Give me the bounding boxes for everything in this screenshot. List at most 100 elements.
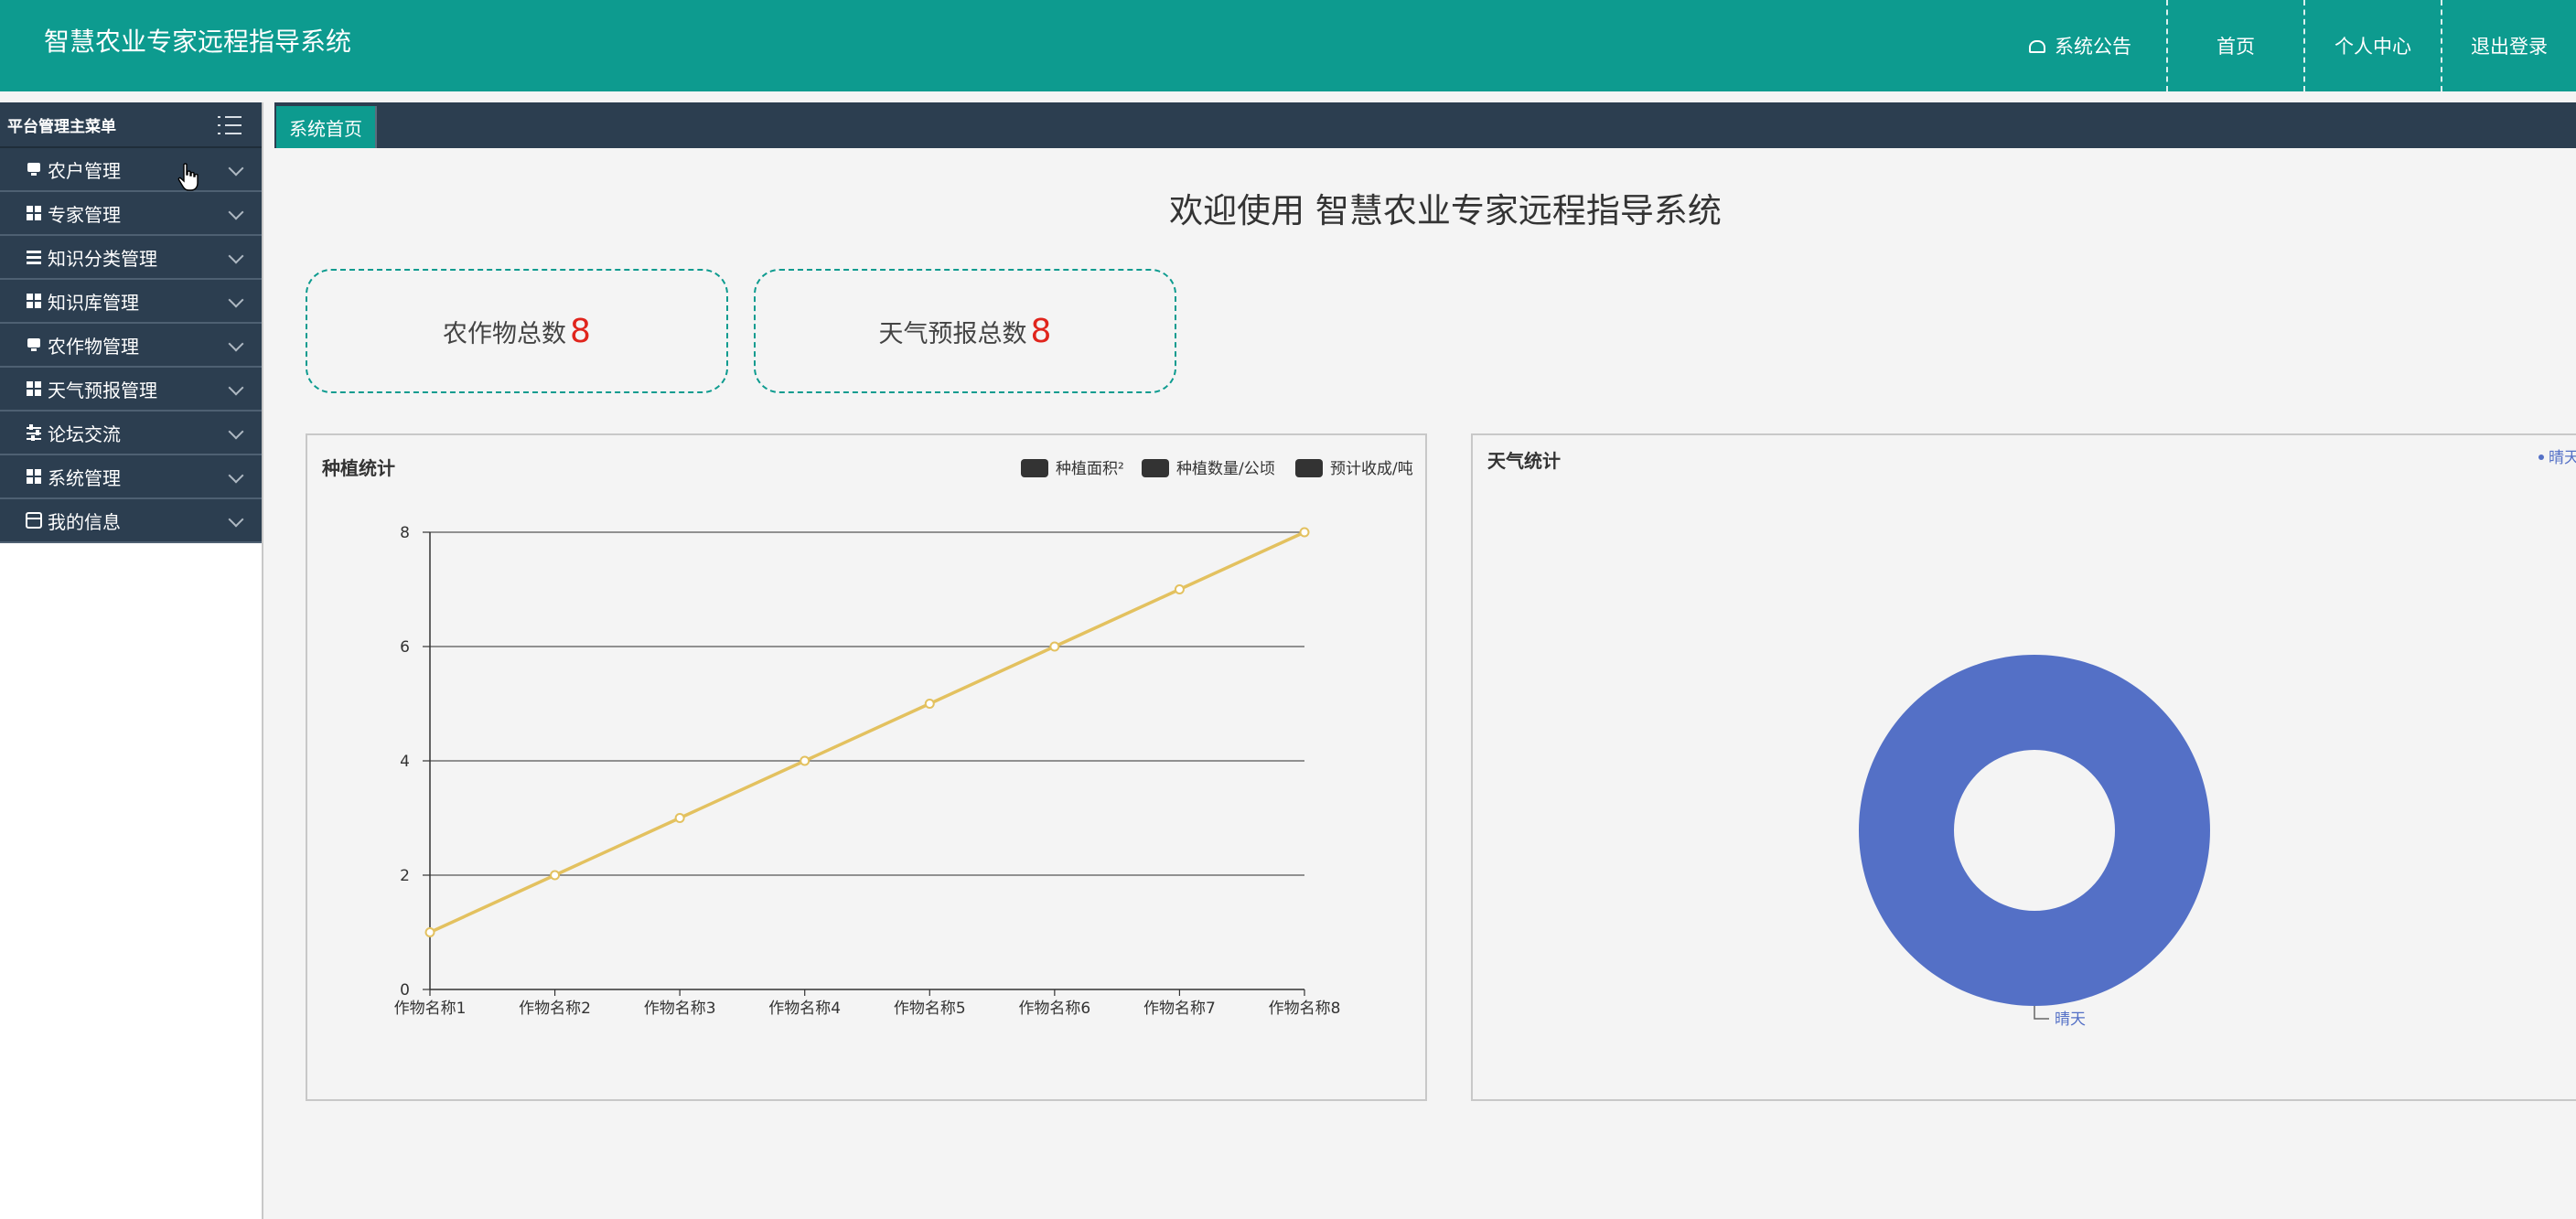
chevron-down-icon xyxy=(228,204,244,220)
top-header: 智慧农业专家远程指导系统 系统公告 首页 个人中心 退出登录 xyxy=(0,0,2576,91)
planting-stats-panel: 种植统计 种植面积² 种植数量/公顷 预计收成/吨 0 2 4 6 8 作物名称1 作物名称2 作物… xyxy=(306,433,1427,1101)
legend-swatch xyxy=(2538,454,2544,460)
y-tick-label: 0 xyxy=(400,981,410,1000)
stat-card-crops: 农作物总数 8 xyxy=(306,269,728,393)
chevron-down-icon xyxy=(228,336,244,352)
chevron-down-icon xyxy=(228,423,244,440)
sidebar-header: 平台管理主菜单 xyxy=(0,102,262,148)
nav-logout-label: 退出登录 xyxy=(2471,36,2548,58)
x-tick-label: 作物名称8 xyxy=(1269,1000,1341,1018)
sidebar-item-label: 知识库管理 xyxy=(48,291,139,314)
legend-label: 预计收成/吨 xyxy=(1330,460,1413,478)
sidebar-item-label: 论坛交流 xyxy=(48,422,121,445)
stat-value: 8 xyxy=(1030,312,1052,350)
stat-label: 天气预报总数 xyxy=(878,319,1027,348)
tab-home[interactable]: 系统首页 xyxy=(276,106,377,148)
chevron-down-icon xyxy=(228,160,244,176)
nav-notice-label: 系统公告 xyxy=(2055,36,2131,58)
y-tick-label: 8 xyxy=(400,524,410,542)
sidebar-item-label: 专家管理 xyxy=(48,203,121,226)
grid-icon xyxy=(26,293,42,309)
y-tick-label: 6 xyxy=(400,638,410,657)
x-tick-label: 作物名称5 xyxy=(894,1000,966,1018)
y-tick-label: 4 xyxy=(400,753,410,771)
nav-home-label: 首页 xyxy=(2216,36,2255,58)
slice-label-line xyxy=(2034,1006,2049,1020)
nav-logout-button[interactable]: 退出登录 xyxy=(2441,0,2576,91)
stat-label: 农作物总数 xyxy=(443,319,567,348)
top-nav: 系统公告 首页 个人中心 退出登录 xyxy=(1994,0,2576,91)
sidebar-item-label: 农户管理 xyxy=(48,159,121,182)
sidebar-item-system[interactable]: 系统管理 xyxy=(0,455,262,499)
donut-chart: 晴天晴天 xyxy=(1858,449,2576,1029)
sidebar-item-knowledge-base[interactable]: 知识库管理 xyxy=(0,280,262,324)
nav-home-button[interactable]: 首页 xyxy=(2166,0,2303,91)
slice-label: 晴天 xyxy=(2055,1010,2086,1029)
pie-slice xyxy=(1858,655,2210,1006)
sidebar-item-farmers[interactable]: 农户管理 xyxy=(0,148,262,192)
sliders-icon xyxy=(26,424,42,441)
data-point xyxy=(800,755,810,766)
weather-stats-panel: 天气统计 晴天 晴天 xyxy=(1471,433,2576,1101)
list-icon xyxy=(26,249,42,265)
x-tick-label: 作物名称1 xyxy=(394,1000,467,1018)
y-tick-label: 2 xyxy=(400,867,410,885)
data-point xyxy=(1174,584,1185,594)
chevron-down-icon xyxy=(228,248,244,264)
legend-label: 种植面积² xyxy=(1056,460,1124,478)
data-point xyxy=(1049,641,1060,652)
nav-notice-button[interactable]: 系统公告 xyxy=(1994,0,2166,91)
x-tick-label: 作物名称6 xyxy=(1018,1000,1090,1018)
sidebar-item-experts[interactable]: 专家管理 xyxy=(0,192,262,236)
sidebar-item-crops[interactable]: 农作物管理 xyxy=(0,324,262,368)
grid-icon xyxy=(26,468,42,485)
x-tick-label: 作物名称7 xyxy=(1143,1000,1216,1018)
stat-card-weather: 天气预报总数 8 xyxy=(754,269,1176,393)
data-point xyxy=(674,813,685,823)
sidebar-item-knowledge-categories[interactable]: 知识分类管理 xyxy=(0,236,262,280)
legend-swatch xyxy=(1295,459,1323,477)
sidebar-item-label: 我的信息 xyxy=(48,510,121,533)
grid-icon xyxy=(26,380,42,397)
data-point xyxy=(550,870,561,881)
legend-swatch xyxy=(1021,459,1048,477)
notice-icon xyxy=(2029,40,2045,53)
hand-cursor-icon xyxy=(177,163,199,191)
chevron-down-icon xyxy=(228,292,244,308)
line-chart: 种植面积² 种植数量/公顷 预计收成/吨 0 2 4 6 8 作物名称1 作物名称2 作物名称3 作物… xyxy=(394,459,1413,1018)
x-tick-label: 作物名称3 xyxy=(644,1000,716,1018)
sidebar-item-label: 系统管理 xyxy=(48,466,121,489)
chevron-down-icon xyxy=(228,380,244,396)
sidebar-title: 平台管理主菜单 xyxy=(7,117,116,136)
tab-label: 系统首页 xyxy=(289,117,362,140)
data-point xyxy=(424,927,435,937)
sidebar-item-label: 天气预报管理 xyxy=(48,379,157,401)
data-point xyxy=(924,699,935,709)
legend-swatch xyxy=(1142,459,1169,477)
header-spacer xyxy=(0,91,2576,102)
sidebar-item-label: 知识分类管理 xyxy=(48,247,157,270)
x-tick-label: 作物名称4 xyxy=(768,1000,841,1018)
grid-icon xyxy=(26,205,42,221)
chevron-down-icon xyxy=(228,467,244,484)
menu-toggle-icon[interactable] xyxy=(218,116,242,134)
tab-bar: 系统首页 xyxy=(274,102,2576,148)
nav-profile-button[interactable]: 个人中心 xyxy=(2303,0,2441,91)
x-tick-label: 作物名称2 xyxy=(519,1000,591,1018)
monitor-icon xyxy=(26,337,42,353)
sidebar-item-my-info[interactable]: 我的信息 xyxy=(0,499,262,543)
welcome-heading: 欢迎使用 智慧农业专家远程指导系统 xyxy=(1169,191,1722,230)
data-point xyxy=(1299,527,1310,538)
sidebar: 平台管理主菜单 农户管理 专家管理 知识分类管理 知识库管理 农作物管理 天气预… xyxy=(0,102,263,1219)
legend-label: 晴天 xyxy=(2549,449,2576,467)
sidebar-item-weather[interactable]: 天气预报管理 xyxy=(0,368,262,412)
card-icon xyxy=(26,512,42,529)
monitor-icon xyxy=(26,161,42,177)
series-line xyxy=(429,530,1305,935)
sidebar-item-label: 农作物管理 xyxy=(48,335,139,358)
legend-label: 种植数量/公顷 xyxy=(1176,460,1275,478)
app-title: 智慧农业专家远程指导系统 xyxy=(44,27,352,57)
nav-profile-label: 个人中心 xyxy=(2334,36,2411,58)
sidebar-item-forum[interactable]: 论坛交流 xyxy=(0,412,262,455)
stat-value: 8 xyxy=(570,312,591,350)
